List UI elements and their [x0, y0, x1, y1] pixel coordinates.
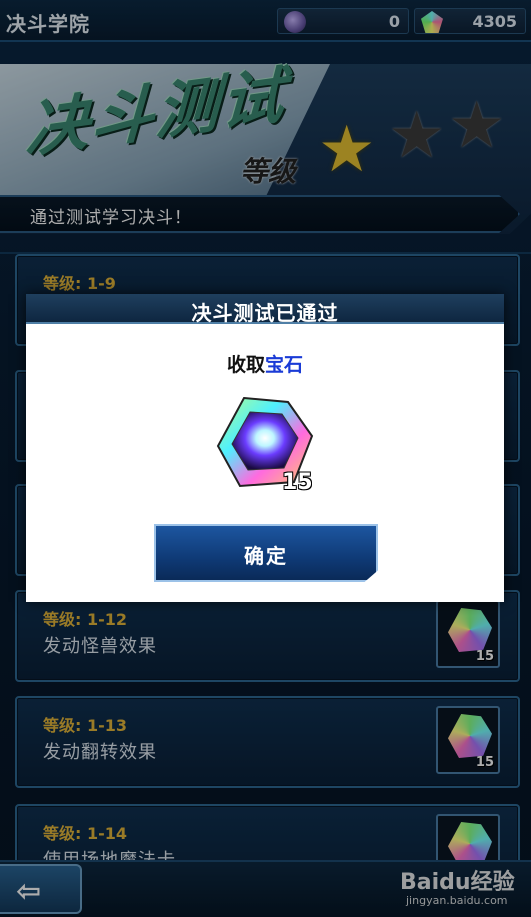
receive-item: 宝石 — [265, 354, 304, 376]
receive-text: 收取宝石 — [26, 350, 504, 377]
receive-prefix: 收取 — [226, 354, 265, 376]
dialog-title: 决斗测试已通过 — [191, 301, 339, 325]
reward-dialog: 决斗测试已通过 收取宝石 15 确定 — [26, 294, 504, 602]
gem-reward: 15 — [214, 394, 316, 495]
reward-count: 15 — [282, 470, 313, 495]
dialog-header: 决斗测试已通过 — [26, 294, 504, 325]
confirm-label: 确定 — [244, 544, 288, 568]
confirm-button[interactable]: 确定 — [154, 524, 378, 582]
